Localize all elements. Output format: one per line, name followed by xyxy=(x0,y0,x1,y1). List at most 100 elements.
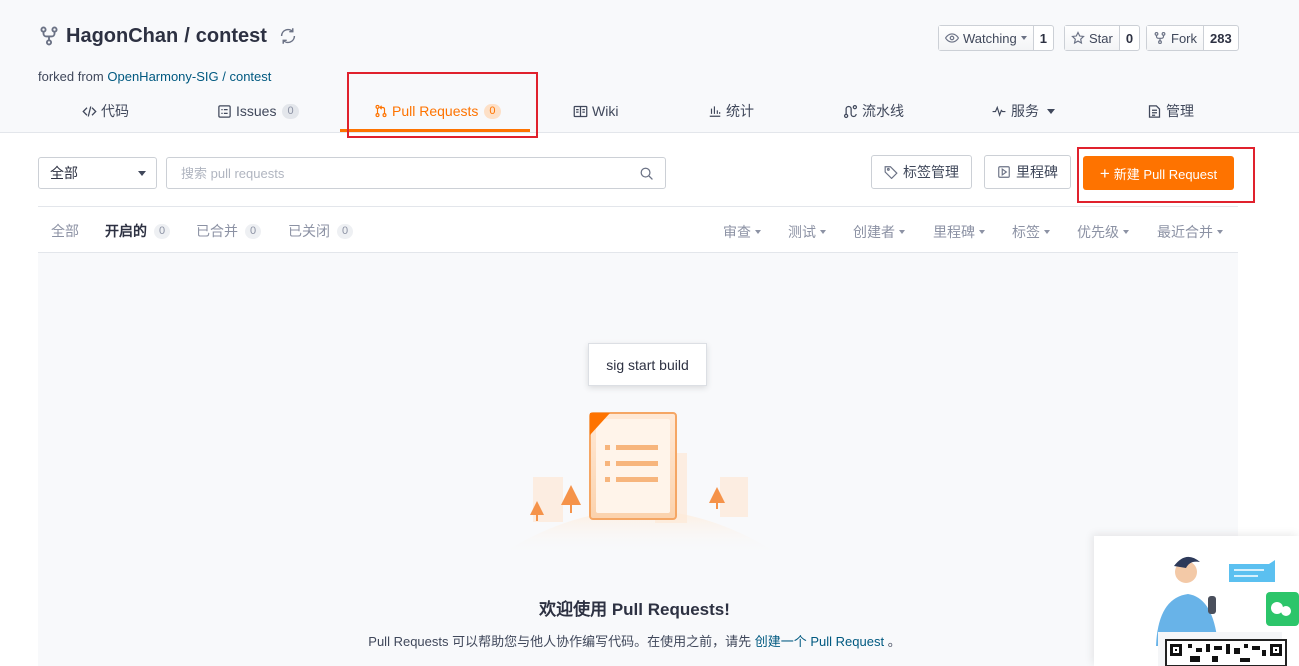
wiki-icon xyxy=(573,105,588,117)
milestone-label: 里程碑 xyxy=(1016,164,1058,180)
state-tab-open-badge: 0 xyxy=(154,223,171,239)
tab-pull-requests-label: Pull Requests xyxy=(392,103,479,119)
plus-icon: + xyxy=(1099,163,1110,183)
tab-pipeline[interactable]: 流水线 xyxy=(843,100,904,122)
chevron-down-icon xyxy=(820,230,826,234)
star-label: Star xyxy=(1089,30,1113,46)
filter-label[interactable]: 标签 xyxy=(1012,222,1050,242)
state-tab-closed-label: 已关闭 xyxy=(288,223,330,239)
pr-search-input[interactable] xyxy=(167,158,627,188)
fork-button-group: Fork 283 xyxy=(1146,25,1239,51)
repo-name[interactable]: contest xyxy=(196,25,267,48)
watch-label: Watching xyxy=(963,30,1017,46)
filter-author[interactable]: 创建者 xyxy=(853,222,905,242)
watch-count[interactable]: 1 xyxy=(1032,26,1053,50)
chevron-down-icon xyxy=(1217,230,1223,234)
empty-desc-end: 。 xyxy=(887,634,901,649)
milestone-icon xyxy=(998,166,1010,178)
search-icon[interactable] xyxy=(639,166,654,181)
watch-button-group: Watching 1 xyxy=(938,25,1054,51)
star-button[interactable]: Star xyxy=(1065,26,1119,50)
chevron-down-icon xyxy=(755,230,761,234)
fork-count[interactable]: 283 xyxy=(1203,26,1238,50)
tab-code-label: 代码 xyxy=(101,103,129,119)
pipeline-icon xyxy=(843,104,858,118)
sort-recent-merged[interactable]: 最近合并 xyxy=(1157,222,1223,242)
tag-icon xyxy=(884,166,898,179)
state-tab-merged[interactable]: 已合并 0 xyxy=(196,221,262,241)
star-button-group: Star 0 xyxy=(1064,25,1141,51)
filter-test[interactable]: 测试 xyxy=(788,222,826,242)
tab-wiki[interactable]: Wiki xyxy=(573,100,618,122)
tab-stats-label: 统计 xyxy=(726,103,754,119)
manage-icon xyxy=(1148,104,1161,118)
tab-manage[interactable]: 管理 xyxy=(1147,100,1194,122)
filter-review-label: 审查 xyxy=(723,224,751,240)
repo-owner[interactable]: HagonChan xyxy=(66,25,178,48)
tooltip: sig start build xyxy=(588,343,707,386)
state-tab-closed-badge: 0 xyxy=(337,223,354,239)
forked-from: forked from OpenHarmony-SIG / contest xyxy=(38,69,271,84)
repo-header: HagonChan / contest forked from OpenHarm… xyxy=(0,0,1299,133)
state-tab-open-label: 开启的 xyxy=(105,223,147,239)
service-icon xyxy=(992,105,1006,117)
tab-code[interactable]: 代码 xyxy=(82,100,129,122)
filter-test-label: 测试 xyxy=(788,224,816,240)
label-manage-label: 标签管理 xyxy=(903,164,959,180)
pr-search-box xyxy=(166,157,666,189)
watch-button[interactable]: Watching xyxy=(939,26,1033,50)
tab-manage-label: 管理 xyxy=(1166,103,1194,119)
repo-nav: 代码 Issues 0 Pull Requests 0 Wiki 统计 流水线 … xyxy=(0,95,1299,133)
tab-stats[interactable]: 统计 xyxy=(708,100,754,122)
empty-document-illustration xyxy=(500,412,780,555)
state-tab-closed[interactable]: 已关闭 0 xyxy=(288,221,354,241)
filter-priority[interactable]: 优先级 xyxy=(1077,222,1129,242)
tab-pull-requests-badge: 0 xyxy=(484,103,501,119)
tab-service[interactable]: 服务 xyxy=(991,100,1055,122)
issues-icon xyxy=(218,104,231,118)
contact-widget[interactable] xyxy=(1094,536,1299,666)
star-count[interactable]: 0 xyxy=(1118,26,1139,50)
label-manage-button[interactable]: 标签管理 xyxy=(871,155,972,189)
state-tab-all-label: 全部 xyxy=(51,223,79,239)
sort-recent-merged-label: 最近合并 xyxy=(1157,224,1213,240)
empty-desc-text: Pull Requests 可以帮助您与他人协作编写代码。在使用之前，请先 xyxy=(368,634,752,649)
pr-filter-value: 全部 xyxy=(50,165,78,181)
star-icon xyxy=(1071,31,1085,45)
pull-request-icon xyxy=(375,104,387,118)
milestone-button[interactable]: 里程碑 xyxy=(984,155,1071,189)
fork-icon xyxy=(40,26,58,46)
new-pull-request-button[interactable]: + 新建 Pull Request xyxy=(1083,156,1234,190)
active-tab-indicator xyxy=(340,129,530,132)
fork-icon xyxy=(1154,31,1166,45)
filter-label-label: 标签 xyxy=(1012,224,1040,240)
pr-state-bar: 全部 开启的 0 已合并 0 已关闭 0 审查 测试 创建者 里程碑 标签 优先… xyxy=(38,206,1238,253)
tab-pipeline-label: 流水线 xyxy=(862,103,904,119)
new-pull-request-label: 新建 Pull Request xyxy=(1113,166,1218,182)
filter-author-label: 创建者 xyxy=(853,224,895,240)
sync-icon[interactable] xyxy=(277,25,299,47)
tab-pull-requests[interactable]: Pull Requests 0 xyxy=(374,100,501,122)
repo-separator: / xyxy=(184,24,190,47)
repo-title: HagonChan / contest xyxy=(38,22,299,50)
tab-issues[interactable]: Issues 0 xyxy=(217,100,299,122)
filter-priority-label: 优先级 xyxy=(1077,224,1119,240)
tab-service-label: 服务 xyxy=(1011,103,1039,119)
state-tab-merged-badge: 0 xyxy=(245,223,262,239)
create-pr-link[interactable]: 创建一个 Pull Request xyxy=(755,634,884,649)
fork-button[interactable]: Fork xyxy=(1147,26,1203,50)
chevron-down-icon xyxy=(1123,230,1129,234)
filter-review[interactable]: 审查 xyxy=(723,222,761,242)
filter-milestone[interactable]: 里程碑 xyxy=(933,222,985,242)
state-tab-all[interactable]: 全部 xyxy=(51,221,79,241)
customer-service-illustration xyxy=(1156,556,1299,666)
tab-wiki-label: Wiki xyxy=(592,103,619,119)
stats-icon xyxy=(709,106,721,117)
tab-issues-label: Issues xyxy=(236,103,277,119)
forked-prefix: forked from xyxy=(38,69,104,84)
pr-filter-select[interactable]: 全部 xyxy=(38,157,157,189)
forked-source-link[interactable]: OpenHarmony-SIG / contest xyxy=(107,69,271,84)
state-tab-open[interactable]: 开启的 0 xyxy=(105,221,171,241)
chevron-down-icon xyxy=(1047,108,1055,114)
chevron-down-icon xyxy=(138,171,146,176)
